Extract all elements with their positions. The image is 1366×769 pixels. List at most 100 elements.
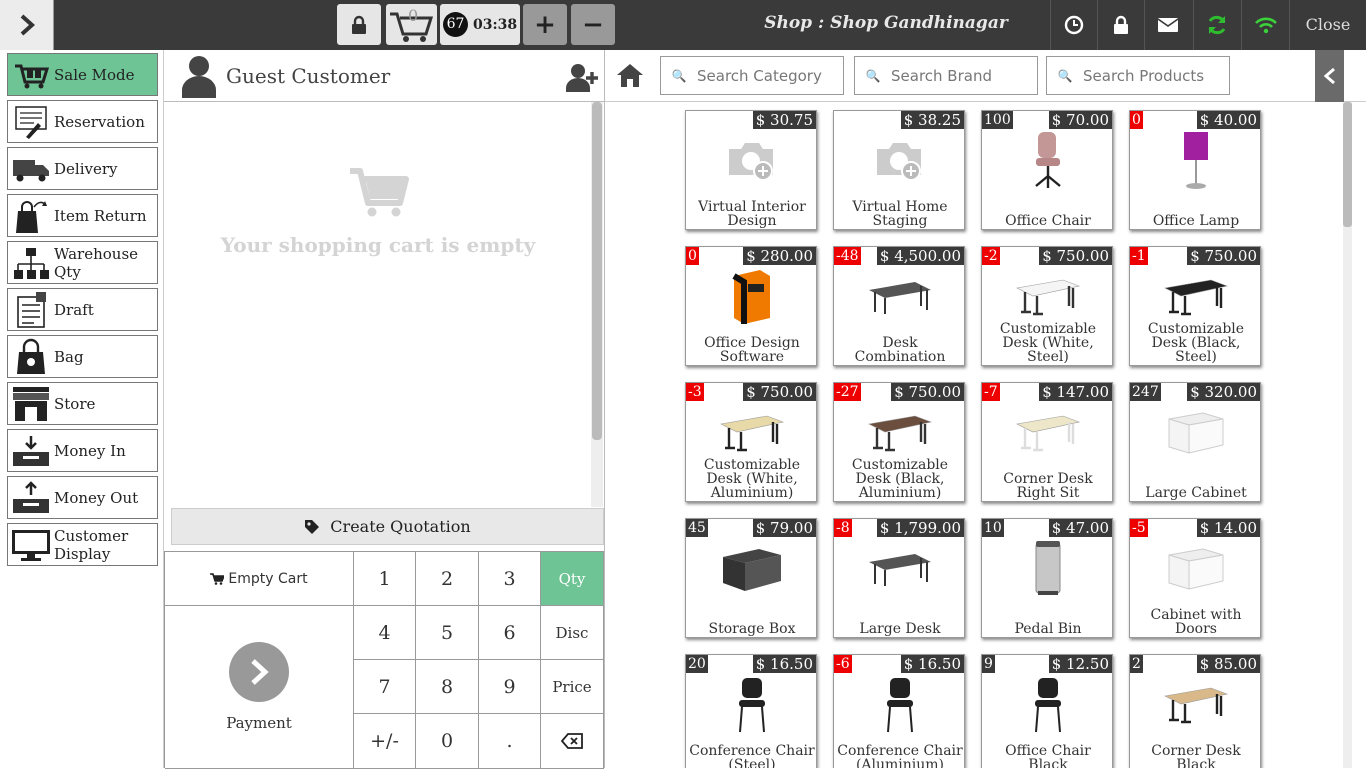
sidebar-item-label: Draft (54, 300, 94, 319)
close-button[interactable]: Close (1289, 0, 1366, 50)
customer-avatar-icon[interactable] (180, 54, 218, 98)
key-3[interactable]: 3 (479, 552, 541, 606)
product-image (686, 265, 816, 327)
key-0[interactable]: 0 (416, 714, 479, 769)
search-products-input[interactable]: 🔍 Search Products (1046, 56, 1230, 95)
sidebar-item-draft[interactable]: Draft (7, 288, 158, 331)
product-card[interactable]: $ 38.25 Virtual Home Staging (833, 110, 965, 230)
collapse-panel-button[interactable] (1315, 50, 1344, 102)
search-category-input[interactable]: 🔍 Search Category (660, 56, 844, 95)
disc-mode-button[interactable]: Disc (541, 606, 604, 660)
customer-name[interactable]: Guest Customer (226, 64, 390, 88)
empty-cart-icon (350, 168, 409, 217)
sidebar-item-item-return[interactable]: Item Return (7, 194, 158, 237)
customer-display-icon (8, 524, 54, 565)
product-card[interactable]: $ 85.00 2 Corner Desk Black (1129, 654, 1261, 768)
lock-button[interactable] (1097, 0, 1144, 50)
product-price: $ 38.25 (900, 111, 964, 129)
product-stock-badge: -2 (982, 247, 1000, 265)
sidebar-item-money-out[interactable]: Money Out (7, 476, 158, 519)
product-card[interactable]: $ 750.00 -27 Customizable Desk (Black, Alu… (833, 382, 965, 502)
create-quotation-label: Create Quotation (330, 517, 471, 536)
product-grid: $ 30.75 Virtual Interior Design $ 38.25 Vir… (605, 102, 1343, 768)
key-1[interactable]: 1 (354, 552, 416, 606)
product-name: Office Chair (1005, 213, 1091, 229)
menu-toggle-button[interactable] (0, 0, 54, 50)
price-mode-button[interactable]: Price (541, 660, 604, 714)
product-image (982, 265, 1112, 327)
product-stock-badge: 20 (686, 655, 708, 673)
product-card[interactable]: $ 147.00 -7 Corner Desk Right Sit (981, 382, 1113, 502)
key-2[interactable]: 2 (416, 552, 479, 606)
create-quotation-button[interactable]: Create Quotation (171, 508, 604, 545)
key-6[interactable]: 6 (479, 606, 541, 660)
top-bar: 0 67 03:38 + − Shop : Shop Gandhinagar C… (0, 0, 1366, 50)
sidebar-item-store[interactable]: Store (7, 382, 158, 425)
sidebar-item-warehouse-qty[interactable]: Warehouse Qty (7, 241, 158, 284)
product-card[interactable]: $ 750.00 -1 Customizable Desk (Black, Stee… (1129, 246, 1261, 366)
search-brand-input[interactable]: 🔍 Search Brand (854, 56, 1038, 95)
cart-scrollbar[interactable] (591, 102, 603, 507)
empty-cart-label: Empty Cart (228, 570, 308, 587)
empty-cart-button[interactable]: Empty Cart (165, 552, 354, 606)
product-card[interactable]: $ 47.00 10 Pedal Bin (981, 518, 1113, 638)
product-card[interactable]: $ 320.00 247 Large Cabinet (1129, 382, 1261, 502)
sidebar-item-reservation[interactable]: Reservation (7, 100, 158, 143)
key-5[interactable]: 5 (416, 606, 479, 660)
product-card[interactable]: $ 40.00 0 Office Lamp (1129, 110, 1261, 230)
backspace-button[interactable] (541, 714, 604, 769)
product-image (982, 537, 1112, 599)
empty-cart-message: Your shopping cart is empty (220, 233, 536, 257)
sidebar-item-customer-display[interactable]: Customer Display (7, 523, 158, 566)
cart-button[interactable]: 0 (386, 4, 437, 45)
mode-sidebar: Sale Mode Reservation Delivery Item Retu… (0, 50, 164, 768)
product-card[interactable]: $ 30.75 Virtual Interior Design (685, 110, 817, 230)
product-card[interactable]: $ 79.00 45 Storage Box (685, 518, 817, 638)
key-9[interactable]: 9 (479, 660, 541, 714)
add-customer-icon[interactable] (565, 62, 599, 92)
product-card[interactable]: $ 70.00 100 Office Chair (981, 110, 1113, 230)
product-card[interactable]: $ 280.00 0 Office Design Software (685, 246, 817, 366)
product-price: $ 750.00 (891, 383, 964, 401)
plus-minus-key[interactable]: +/- (354, 714, 416, 769)
product-price: $ 16.50 (900, 655, 964, 673)
add-session-button[interactable]: + (523, 4, 567, 45)
lock-screen-button[interactable] (337, 4, 381, 45)
product-stock-badge: 0 (686, 247, 699, 265)
product-card[interactable]: $ 1,799.00 -8 Large Desk (833, 518, 965, 638)
product-card[interactable]: $ 12.50 9 Office Chair Black (981, 654, 1113, 768)
product-stock-badge: 10 (982, 519, 1004, 537)
sidebar-item-bag[interactable]: Bag (7, 335, 158, 378)
delivery-icon (8, 148, 54, 189)
item-return-icon (8, 195, 54, 236)
product-card[interactable]: $ 16.50 -6 Conference Chair (Aluminium) (833, 654, 965, 768)
home-button[interactable] (615, 60, 645, 90)
product-card[interactable]: $ 4,500.00 -48 Desk Combination (833, 246, 965, 366)
remove-session-button[interactable]: − (571, 4, 615, 45)
payment-arrow-icon (229, 642, 289, 702)
product-card[interactable]: $ 16.50 20 Conference Chair (Steel) (685, 654, 817, 768)
key-7[interactable]: 7 (354, 660, 416, 714)
product-name: Large Cabinet (1145, 485, 1247, 501)
history-button[interactable] (1050, 0, 1097, 50)
messages-button[interactable] (1144, 0, 1191, 50)
product-card[interactable]: $ 750.00 -2 Customizable Desk (White, Stee… (981, 246, 1113, 366)
payment-button[interactable]: Payment (165, 606, 354, 769)
sidebar-item-label: Sale Mode (54, 65, 135, 84)
product-card[interactable]: $ 750.00 -3 Customizable Desk (White, Alum… (685, 382, 817, 502)
sync-button[interactable] (1193, 0, 1240, 50)
product-stock-badge: 100 (982, 111, 1013, 129)
product-card[interactable]: $ 14.00 -5 Cabinet with Doors (1129, 518, 1261, 638)
sidebar-item-money-in[interactable]: Money In (7, 429, 158, 472)
key-8[interactable]: 8 (416, 660, 479, 714)
sidebar-item-sale-mode[interactable]: Sale Mode (7, 53, 158, 96)
key-4[interactable]: 4 (354, 606, 416, 660)
money-out-icon (8, 477, 54, 518)
sidebar-item-label: Delivery (54, 159, 118, 178)
envelope-icon (1158, 18, 1178, 32)
product-grid-scrollbar[interactable] (1343, 102, 1352, 768)
sidebar-item-delivery[interactable]: Delivery (7, 147, 158, 190)
qty-mode-button[interactable]: Qty (541, 552, 604, 606)
draft-icon (8, 289, 54, 330)
decimal-key[interactable]: . (479, 714, 541, 769)
